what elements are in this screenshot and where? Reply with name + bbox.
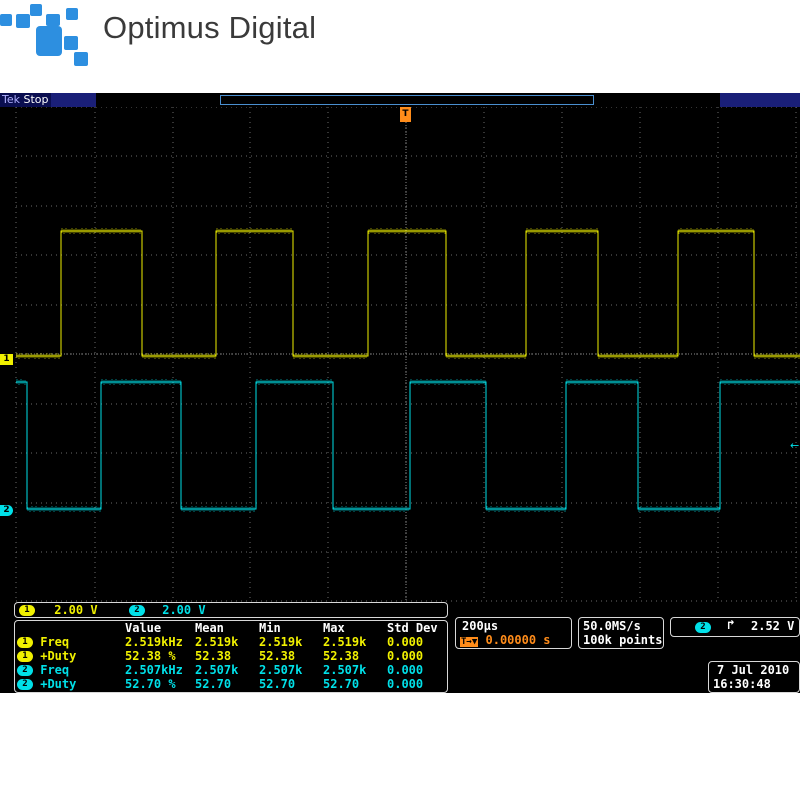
oscilloscope-screen: Tek Stop T 1 2 ← 1 2.00 V 2 2.00 V Value…: [0, 93, 800, 693]
measurement-mean: 2.507k: [195, 663, 239, 677]
trigger-position-marker[interactable]: T: [400, 107, 411, 122]
measurement-mean: 2.519k: [195, 635, 239, 649]
measurement-name: +Duty: [40, 649, 77, 663]
trigger-level: 2.52 V: [751, 619, 795, 633]
measurement-std-dev: 0.000: [387, 635, 424, 649]
table-row[interactable]: 2 Freq 2.507kHz 2.507k 2.507k 2.507k 0.0…: [17, 663, 447, 677]
measurement-value: 2.519kHz: [125, 635, 183, 649]
status-bar: Tek Stop: [0, 93, 800, 107]
acquisition-status: Tek Stop: [0, 93, 51, 107]
status-bar-right: [720, 93, 800, 107]
table-row[interactable]: 1 +Duty 52.38 % 52.38 52.38 52.38 0.000: [17, 649, 447, 663]
optimus-digital-logo: Optimus Digital: [0, 0, 330, 75]
measurement-std-dev: 0.000: [387, 663, 424, 677]
measurement-max: 2.507k: [323, 663, 367, 677]
ch1-badge: 1: [17, 637, 33, 648]
measurement-value: 2.507kHz: [125, 663, 183, 677]
measurement-mean: 52.70: [195, 677, 232, 691]
measurement-name: Freq: [40, 635, 70, 649]
header-std-dev: Std Dev: [387, 621, 438, 635]
measurement-value: 52.38 %: [125, 649, 176, 663]
date-time-panel: 7 Jul 2010 16:30:48: [708, 661, 800, 693]
acquisition-panel[interactable]: 50.0MS/s 100k points: [578, 617, 664, 649]
brand-label: Tek: [2, 93, 20, 106]
ch2-waveform: [16, 381, 800, 510]
header-max: Max: [323, 621, 345, 635]
ch2-badge: 2: [17, 665, 33, 676]
table-row[interactable]: 2 +Duty 52.70 % 52.70 52.70 52.70 0.000: [17, 677, 447, 691]
measurement-min: 52.38: [259, 649, 296, 663]
trigger-panel[interactable]: 2 ↱ 2.52 V: [670, 617, 800, 637]
record-length: 100k points: [583, 633, 663, 647]
measurement-min: 2.507k: [259, 663, 303, 677]
ch1-scale[interactable]: 2.00 V: [54, 603, 97, 617]
measurement-max: 52.70: [323, 677, 360, 691]
ch1-waveform: [16, 230, 800, 357]
waveform-display: [15, 107, 800, 602]
ch2-badge: 2: [17, 679, 33, 690]
measurement-value: 52.70 %: [125, 677, 176, 691]
measurement-max: 52.38: [323, 649, 360, 663]
measurement-max: 2.519k: [323, 635, 367, 649]
logo-text: Optimus Digital: [103, 10, 317, 45]
record-length-indicator: [220, 95, 594, 105]
rising-edge-icon: ↱: [727, 618, 735, 633]
graticule: [15, 107, 800, 602]
time-value: 16:30:48: [713, 677, 771, 691]
measurement-min: 52.70: [259, 677, 296, 691]
trigger-delay-icon: T→▼: [460, 637, 479, 647]
header-min: Min: [259, 621, 281, 635]
ch1-badge: 1: [19, 605, 35, 616]
measurements-table: Value Mean Min Max Std Dev 1 Freq 2.519k…: [17, 621, 447, 691]
header-mean: Mean: [195, 621, 224, 635]
run-stop-status: Stop: [23, 93, 49, 106]
measurements-header-row: Value Mean Min Max Std Dev: [17, 621, 447, 635]
ch2-scale[interactable]: 2.00 V: [162, 603, 205, 617]
table-row[interactable]: 1 Freq 2.519kHz 2.519k 2.519k 2.519k 0.0…: [17, 635, 447, 649]
ch2-ground-marker[interactable]: 2: [0, 505, 13, 516]
measurement-name: Freq: [40, 663, 70, 677]
trigger-source-badge: 2: [695, 622, 711, 633]
ch2-badge: 2: [129, 605, 145, 616]
measurement-min: 2.519k: [259, 635, 303, 649]
channel-scale-panel: 1 2.00 V 2 2.00 V: [14, 602, 448, 618]
measurements-panel: Value Mean Min Max Std Dev 1 Freq 2.519k…: [14, 620, 448, 693]
measurement-std-dev: 0.000: [387, 677, 424, 691]
measurement-name: +Duty: [40, 677, 77, 691]
ch1-badge: 1: [17, 651, 33, 662]
logo-mark-icon: [0, 4, 88, 66]
timebase-value: 200µs: [462, 619, 499, 633]
trigger-position-value: 0.00000 s: [485, 633, 551, 647]
ch2-waveform-noise: [16, 379, 800, 512]
ch1-ground-marker[interactable]: 1: [0, 354, 13, 365]
date-value: 7 Jul 2010: [717, 663, 790, 677]
trigger-level-arrow-icon[interactable]: ←: [790, 439, 799, 452]
horizontal-panel[interactable]: 200µs T→▼ 0.00000 s: [455, 617, 572, 649]
header-value: Value: [125, 621, 162, 635]
ch1-waveform-noise: [16, 228, 800, 359]
measurement-mean: 52.38: [195, 649, 232, 663]
measurement-std-dev: 0.000: [387, 649, 424, 663]
sample-rate: 50.0MS/s: [583, 619, 641, 633]
